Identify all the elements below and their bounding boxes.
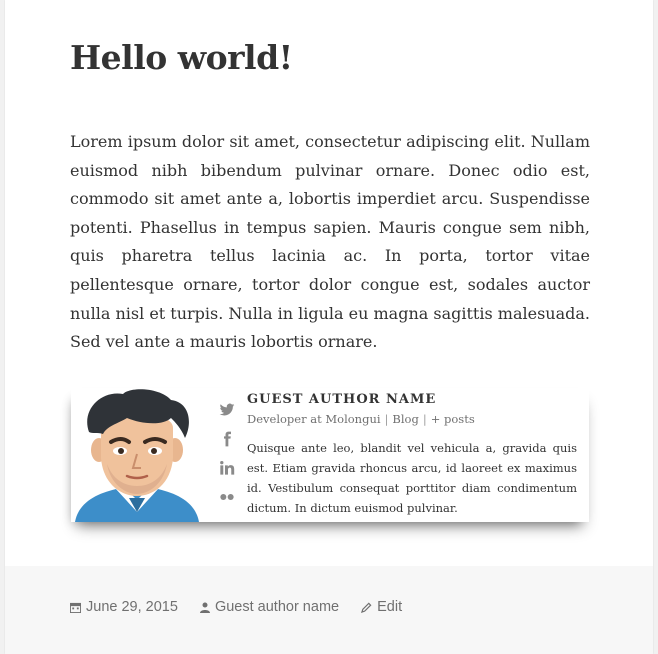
post-article: Hello world! Lorem ipsum dolor sit amet,… <box>5 0 653 654</box>
author-box: GUEST AUTHOR NAME Developer at Molongui |… <box>71 388 589 522</box>
author-posts-link[interactable]: + posts <box>431 412 475 426</box>
author-meta: Developer at Molongui | Blog | + posts <box>247 412 475 426</box>
linkedin-icon[interactable] <box>219 460 237 478</box>
user-icon <box>199 602 210 613</box>
edit-label: Edit <box>377 599 403 615</box>
meta-separator: | <box>422 412 427 426</box>
meta-separator: | <box>384 412 389 426</box>
facebook-icon[interactable] <box>219 431 237 449</box>
entry-footer: June 29, 2015 Guest author name Edit <box>5 566 653 654</box>
author-role: Developer at Molongui <box>247 412 381 426</box>
post-title: Hello world! <box>70 38 293 77</box>
author-name[interactable]: GUEST AUTHOR NAME <box>247 392 436 407</box>
twitter-icon[interactable] <box>219 402 237 420</box>
calendar-icon <box>70 602 81 613</box>
post-date-link[interactable]: June 29, 2015 <box>70 599 178 615</box>
post-date: June 29, 2015 <box>86 599 178 615</box>
author-blog-link[interactable]: Blog <box>392 412 418 426</box>
author-avatar <box>71 388 203 522</box>
author-bio: Quisque ante leo, blandit vel vehicula a… <box>247 441 577 515</box>
post-author: Guest author name <box>214 599 340 615</box>
flickr-icon[interactable] <box>219 489 237 507</box>
post-content: Lorem ipsum dolor sit amet, consectetur … <box>70 132 590 352</box>
author-social-links <box>219 402 239 518</box>
pencil-icon <box>361 602 372 613</box>
post-author-link[interactable]: Guest author name <box>199 599 340 615</box>
edit-link[interactable]: Edit <box>361 599 402 615</box>
